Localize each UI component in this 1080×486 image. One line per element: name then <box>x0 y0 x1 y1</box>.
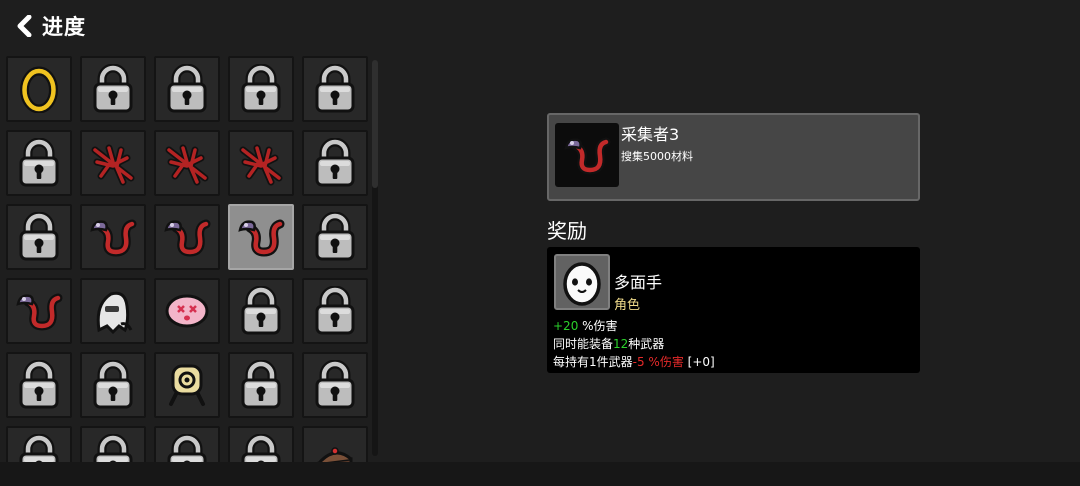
lock-icon <box>311 64 359 114</box>
thorn-icon <box>235 138 287 188</box>
egg-face-icon <box>554 254 610 310</box>
achievement-detail-card: 采集者3 搜集5000材料 <box>547 113 920 201</box>
thorn-icon <box>87 138 139 188</box>
achievement-cell[interactable] <box>228 56 294 122</box>
scrollbar-thumb[interactable] <box>372 60 378 188</box>
achievement-cell[interactable] <box>228 352 294 418</box>
bottom-bar <box>0 462 1080 486</box>
achievement-cell[interactable] <box>6 352 72 418</box>
stat-weapon-slots-pre: 同时能装备 <box>553 337 614 351</box>
progress-grid-panel[interactable] <box>0 52 370 462</box>
achievement-cell[interactable] <box>154 130 220 196</box>
achievement-cell[interactable] <box>228 426 294 462</box>
stat-per-weapon-bonus: [+0] <box>683 355 715 369</box>
stat-damage: +20 %伤害 <box>553 317 618 334</box>
worm-icon <box>88 214 138 260</box>
reward-name: 多面手 <box>614 273 663 292</box>
achievement-name: 采集者3 <box>621 125 680 144</box>
stat-weapon-slots-post: 种武器 <box>628 337 665 351</box>
achievement-cell[interactable] <box>154 204 220 270</box>
achievement-cell[interactable] <box>302 426 368 462</box>
achievement-cell[interactable] <box>154 56 220 122</box>
achievement-cell[interactable] <box>302 278 368 344</box>
achievement-cell[interactable] <box>80 278 146 344</box>
achievement-cell[interactable] <box>6 278 72 344</box>
achievement-cell[interactable] <box>302 56 368 122</box>
achievement-cell[interactable] <box>6 56 72 122</box>
achievement-cell[interactable] <box>302 204 368 270</box>
lock-icon <box>15 360 63 410</box>
achievement-cell[interactable] <box>154 278 220 344</box>
achievement-cell[interactable] <box>6 204 72 270</box>
blob-icon <box>163 291 211 331</box>
achievement-cell[interactable] <box>154 426 220 462</box>
achievement-cell[interactable] <box>154 352 220 418</box>
stat-per-weapon-value: -5 <box>632 355 645 369</box>
ghost-icon <box>91 286 135 336</box>
lock-icon <box>89 434 137 462</box>
stat-damage-label: %伤害 <box>578 319 618 333</box>
chevron-left-icon <box>16 15 34 37</box>
lock-icon <box>163 64 211 114</box>
achievement-cell[interactable] <box>6 426 72 462</box>
page-title: 进度 <box>42 15 86 39</box>
detail-worm-icon <box>555 123 619 187</box>
lock-icon <box>237 64 285 114</box>
stat-damage-value: +20 <box>553 319 579 333</box>
worm-icon <box>14 288 64 334</box>
thorn-icon <box>161 138 213 188</box>
achievement-cell[interactable] <box>228 204 294 270</box>
achievement-cell[interactable] <box>228 278 294 344</box>
lock-icon <box>237 360 285 410</box>
achievement-cell[interactable] <box>228 130 294 196</box>
achievement-description: 搜集5000材料 <box>621 150 693 163</box>
cake-icon <box>313 437 357 462</box>
reward-heading: 奖励 <box>547 219 587 243</box>
lock-icon <box>237 286 285 336</box>
stat-per-weapon-damage: 每持有1件武器-5 %伤害 [+0] <box>553 353 715 370</box>
stat-per-weapon-pre: 每持有1件武器 <box>553 355 633 369</box>
lock-icon <box>237 434 285 462</box>
worm-icon <box>236 214 286 260</box>
lock-icon <box>15 138 63 188</box>
stat-per-weapon-label: %伤害 <box>644 355 684 369</box>
scrollbar[interactable] <box>372 60 378 456</box>
lock-icon <box>89 64 137 114</box>
stat-weapon-slots: 同时能装备12种武器 <box>553 335 664 352</box>
lock-icon <box>311 138 359 188</box>
reward-type: 角色 <box>614 298 641 313</box>
lock-icon <box>311 360 359 410</box>
lock-icon <box>311 286 359 336</box>
achievement-cell[interactable] <box>80 56 146 122</box>
achievement-cell[interactable] <box>80 130 146 196</box>
turret-icon <box>165 360 209 410</box>
stat-weapon-slots-value: 12 <box>613 337 629 351</box>
reward-card: 多面手 角色 +20 %伤害 同时能装备12种武器 每持有1件武器-5 %伤害 … <box>547 247 920 373</box>
lock-icon <box>15 434 63 462</box>
achievement-cell[interactable] <box>302 352 368 418</box>
progress-grid <box>6 56 368 462</box>
lock-icon <box>163 434 211 462</box>
achievement-cell[interactable] <box>80 352 146 418</box>
lock-icon <box>15 212 63 262</box>
worm-icon <box>162 214 212 260</box>
achievement-cell[interactable] <box>6 130 72 196</box>
egg-icon <box>19 65 59 113</box>
back-button[interactable]: 进度 <box>16 10 86 42</box>
achievement-cell[interactable] <box>80 204 146 270</box>
lock-icon <box>89 360 137 410</box>
achievement-cell[interactable] <box>80 426 146 462</box>
achievement-cell[interactable] <box>302 130 368 196</box>
lock-icon <box>311 212 359 262</box>
